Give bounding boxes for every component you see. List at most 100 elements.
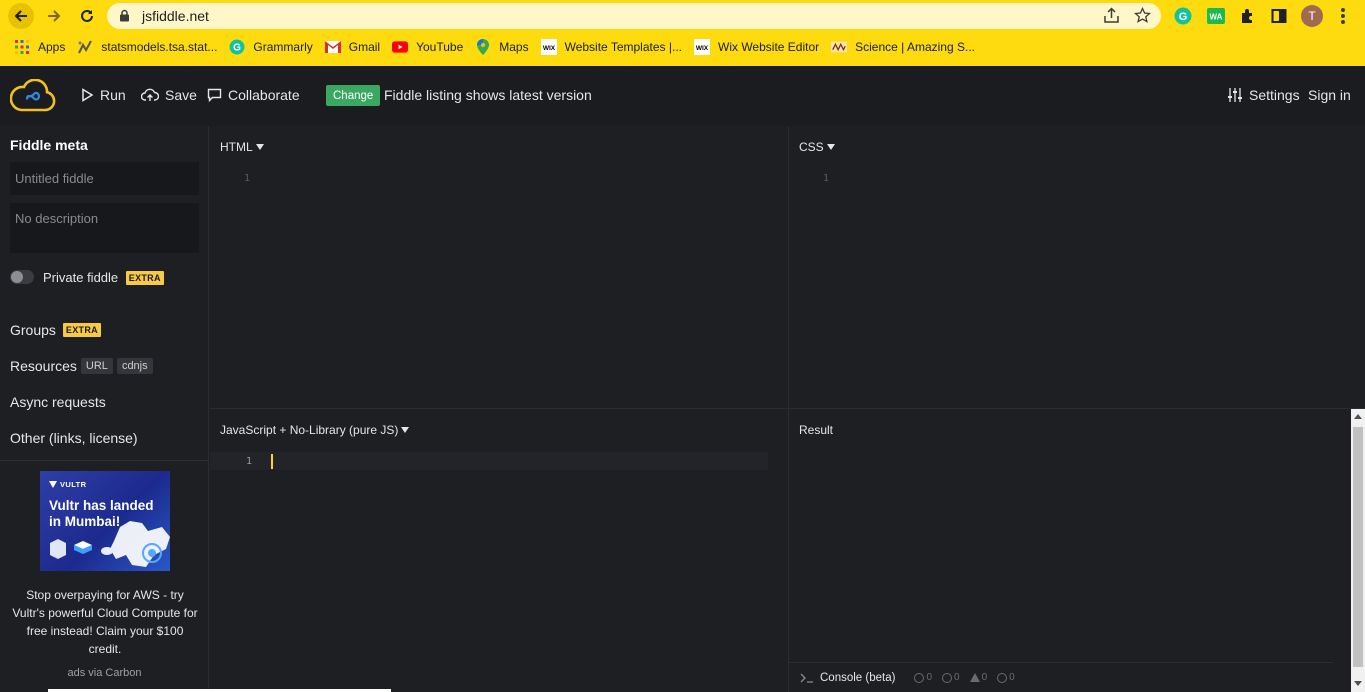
profile-avatar[interactable]: T (1301, 5, 1323, 27)
bookmark-science[interactable]: Science | Amazing S... (825, 35, 981, 59)
bookmarks-bar: Apps statsmodels.tsa.stat... G Grammarly… (0, 34, 1365, 60)
vertical-panel-divider[interactable] (788, 126, 789, 692)
bookmark-label: YouTube (416, 40, 464, 54)
collaborate-label: Collaborate (228, 87, 300, 103)
result-panel-title: Result (799, 423, 834, 437)
wix-icon: WIX (540, 39, 557, 55)
bookmark-apps[interactable]: Apps (8, 35, 71, 59)
address-bar[interactable]: jsfiddle.net (107, 3, 1161, 29)
caret-down-icon (255, 144, 264, 150)
resource-tag-cdnjs[interactable]: cdnjs (116, 358, 153, 374)
bookmark-label: Grammarly (253, 40, 313, 54)
private-fiddle-toggle[interactable] (10, 270, 34, 284)
puzzle-icon (1242, 9, 1252, 23)
collaborate-button[interactable]: Collaborate (207, 87, 300, 103)
sliders-icon (1228, 88, 1242, 102)
reload-button[interactable] (74, 3, 100, 29)
horizontal-panel-divider[interactable] (210, 408, 1365, 409)
youtube-icon (392, 39, 409, 55)
save-button[interactable]: Save (141, 87, 197, 103)
sidebar-item-other[interactable]: Other (links, license) (10, 430, 138, 446)
chat-icon (207, 88, 222, 102)
bookmark-label: Wix Website Editor (718, 40, 820, 54)
javascript-panel[interactable]: JavaScript + No-Library (pure JS) 1 (210, 409, 788, 692)
browser-menu-icon[interactable] (1341, 8, 1345, 24)
wix-icon: WIX (694, 39, 710, 55)
settings-label: Settings (1249, 87, 1300, 103)
console-log-count: 0 (942, 672, 960, 683)
svg-text:WA: WA (1210, 13, 1223, 22)
ad-illustration (50, 521, 170, 567)
side-panel-icon (1271, 9, 1287, 23)
info-icon (914, 672, 925, 683)
jsfiddle-logo-icon[interactable] (10, 79, 56, 113)
back-button[interactable] (8, 3, 34, 29)
ads-via-carbon-link[interactable]: ads via Carbon (0, 667, 209, 679)
side-panel-button[interactable] (1268, 5, 1290, 27)
svg-text:WIX: WIX (542, 45, 555, 52)
resources-label: Resources (10, 358, 77, 374)
bookmark-statsmodels[interactable]: statsmodels.tsa.stat... (71, 35, 223, 59)
settings-button[interactable]: Settings (1227, 87, 1300, 103)
listing-info-text: Fiddle listing shows latest version (384, 87, 592, 103)
bookmark-grammarly[interactable]: G Grammarly (223, 35, 318, 59)
async-label: Async requests (10, 394, 106, 410)
ad-text[interactable]: Stop overpaying for AWS - try Vultr's po… (10, 586, 200, 658)
bookmark-website-templates[interactable]: WIX Website Templates |... (535, 35, 688, 59)
arrow-right-icon (48, 10, 61, 22)
scroll-up-icon[interactable] (1354, 414, 1362, 419)
signin-button[interactable]: Sign in (1308, 87, 1351, 103)
html-panel-title[interactable]: HTML (220, 140, 264, 154)
sidebar-item-resources[interactable]: Resources URL cdnjs (10, 358, 153, 374)
bookmark-maps[interactable]: Maps (469, 35, 534, 59)
svg-text:G: G (234, 43, 242, 54)
console-error-count: 0 (997, 672, 1015, 683)
wa-extension-button[interactable]: WA (1205, 5, 1227, 27)
reload-icon (81, 9, 93, 22)
resource-tag-url[interactable]: URL (80, 358, 113, 374)
groups-label: Groups (10, 322, 56, 338)
sidebar: Fiddle meta Untitled fiddle No descripti… (0, 126, 209, 692)
url-text: jsfiddle.net (142, 8, 209, 24)
sidebar-item-async-requests[interactable]: Async requests (10, 394, 106, 410)
fiddle-title-input[interactable]: Untitled fiddle (10, 162, 199, 195)
extensions-button[interactable] (1237, 5, 1259, 27)
change-button[interactable]: Change (326, 85, 381, 106)
css-panel[interactable]: CSS 1 (789, 126, 1365, 408)
fiddle-description-input[interactable]: No description (10, 203, 199, 253)
line-number: 1 (246, 456, 253, 467)
svg-text:WIX: WIX (696, 45, 709, 52)
extra-badge: EXTRA (62, 323, 101, 337)
lock-icon (120, 9, 129, 22)
statsmodels-icon (77, 39, 93, 55)
javascript-panel-title[interactable]: JavaScript + No-Library (pure JS) (220, 423, 410, 437)
bookmark-label: statsmodels.tsa.stat... (101, 40, 218, 54)
run-button[interactable]: Run (81, 87, 126, 103)
result-panel[interactable]: Result (789, 409, 1351, 692)
apps-grid-icon (14, 39, 30, 55)
console-label: Console (beta) (820, 671, 896, 684)
star-icon[interactable] (1134, 7, 1151, 24)
bookmark-label: Gmail (348, 40, 381, 54)
bookmark-gmail[interactable]: Gmail (319, 35, 386, 59)
text-cursor (271, 454, 273, 469)
share-icon[interactable] (1103, 7, 1120, 24)
grammarly-extension-button[interactable]: G (1172, 5, 1194, 27)
console-bar[interactable]: Console (beta) 0 0 0 0 (789, 662, 1333, 692)
wa-extension-icon: WA (1207, 8, 1225, 24)
bookmark-wix-editor[interactable]: WIX Wix Website Editor (688, 35, 825, 59)
terminal-icon (800, 673, 813, 683)
scrollbar-thumb[interactable] (1353, 427, 1363, 667)
scroll-down-icon[interactable] (1354, 681, 1362, 686)
bookmark-label: Science | Amazing S... (855, 40, 975, 54)
html-panel[interactable]: HTML 1 (210, 126, 788, 408)
cloud-upload-icon (141, 88, 159, 101)
ad-banner[interactable]: VULTR Vultr has landed in Mumbai! (40, 471, 170, 571)
css-panel-title[interactable]: CSS (799, 140, 835, 154)
bookmark-youtube[interactable]: YouTube (386, 35, 469, 59)
grammarly-icon: G (229, 39, 245, 55)
fiddle-meta-title: Fiddle meta (10, 137, 88, 153)
forward-button[interactable] (41, 3, 67, 29)
result-scrollbar[interactable] (1351, 409, 1365, 692)
sidebar-item-groups[interactable]: Groups EXTRA (10, 322, 101, 338)
